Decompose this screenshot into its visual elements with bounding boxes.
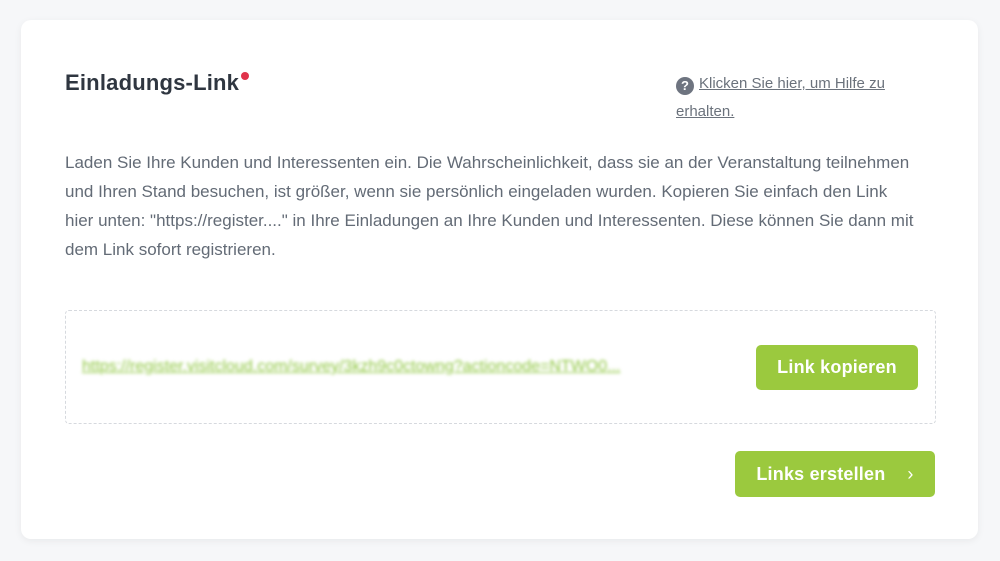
section-title-text: Einladungs-Link [65, 70, 240, 95]
copy-link-button[interactable]: Link kopieren [756, 345, 918, 390]
help-area: ? Klicken Sie hier, um Hilfe zu erhalten. [676, 70, 916, 126]
invite-url-link[interactable]: https://register.visitcloud.com/survey/3… [82, 358, 702, 376]
help-link[interactable]: Klicken Sie hier, um Hilfe zu erhalten. [676, 75, 885, 120]
create-links-button[interactable]: Links erstellen › [735, 451, 935, 497]
create-links-label: Links erstellen [756, 464, 886, 484]
invite-link-card: Einladungs-Link ? Klicken Sie hier, um Hi… [21, 20, 978, 539]
chevron-right-icon: › [907, 464, 914, 484]
invite-link-box: https://register.visitcloud.com/survey/3… [65, 310, 936, 424]
section-title: Einladungs-Link [65, 70, 250, 96]
required-dot-icon [241, 72, 250, 80]
section-description: Laden Sie Ihre Kunden und Interessenten … [65, 153, 914, 259]
question-circle-icon: ? [676, 77, 694, 95]
